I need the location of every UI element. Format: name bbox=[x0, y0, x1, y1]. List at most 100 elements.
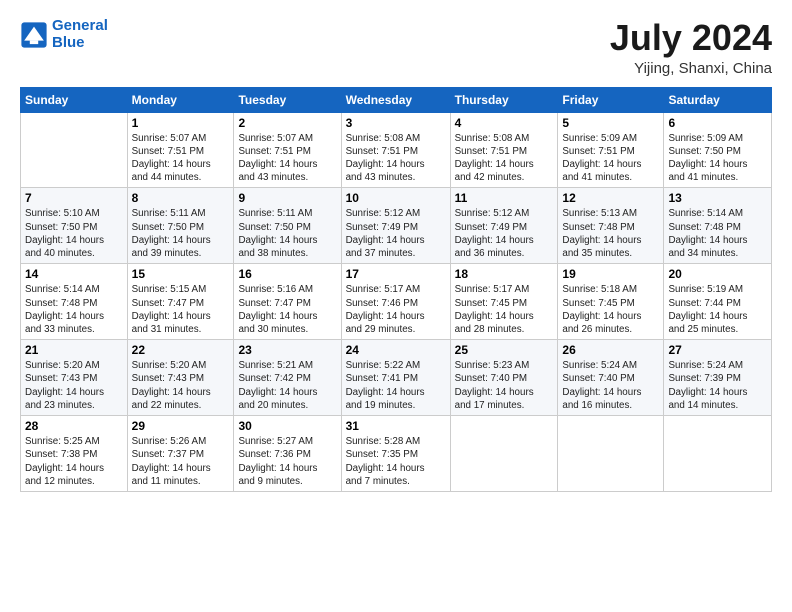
cell-content: Sunrise: 5:22 AM Sunset: 7:41 PM Dayligh… bbox=[346, 359, 446, 412]
cell-content: Sunrise: 5:23 AM Sunset: 7:40 PM Dayligh… bbox=[455, 359, 554, 412]
cell-content: Sunrise: 5:11 AM Sunset: 7:50 PM Dayligh… bbox=[238, 207, 336, 260]
day-number: 22 bbox=[132, 343, 230, 357]
cell-content: Sunrise: 5:07 AM Sunset: 7:51 PM Dayligh… bbox=[238, 132, 336, 185]
calendar-cell bbox=[21, 112, 128, 188]
calendar-cell: 10 Sunrise: 5:12 AM Sunset: 7:49 PM Dayli… bbox=[341, 188, 450, 264]
page: General Blue July 2024 Yijing, Shanxi, C… bbox=[0, 0, 792, 612]
calendar-cell: 9 Sunrise: 5:11 AM Sunset: 7:50 PM Daylig… bbox=[234, 188, 341, 264]
weekday-header-row: SundayMondayTuesdayWednesdayThursdayFrid… bbox=[21, 87, 772, 112]
calendar-cell: 21Sunrise: 5:20 AM Sunset: 7:43 PM Dayli… bbox=[21, 340, 128, 416]
day-number: 10 bbox=[346, 191, 446, 205]
calendar-cell: 13 Sunrise: 5:14 AM Sunset: 7:48 PM Dayli… bbox=[664, 188, 772, 264]
calendar-cell: 18 Sunrise: 5:17 AM Sunset: 7:45 PM Dayli… bbox=[450, 264, 558, 340]
day-number: 27 bbox=[668, 343, 767, 357]
week-row-1: 7Sunrise: 5:10 AM Sunset: 7:50 PM Daylig… bbox=[21, 188, 772, 264]
day-number: 7 bbox=[25, 191, 123, 205]
day-number: 31 bbox=[346, 419, 446, 433]
logo-line2: Blue bbox=[52, 34, 85, 51]
calendar-cell bbox=[558, 416, 664, 492]
day-number: 30 bbox=[238, 419, 336, 433]
day-number: 15 bbox=[132, 267, 230, 281]
cell-content: Sunrise: 5:20 AM Sunset: 7:43 PM Dayligh… bbox=[132, 359, 230, 412]
cell-content: Sunrise: 5:12 AM Sunset: 7:49 PM Dayligh… bbox=[346, 207, 446, 260]
day-number: 14 bbox=[25, 267, 123, 281]
calendar-cell bbox=[450, 416, 558, 492]
calendar-cell: 14 Sunrise: 5:14 AM Sunset: 7:48 PM Dayli… bbox=[21, 264, 128, 340]
calendar-cell: 7Sunrise: 5:10 AM Sunset: 7:50 PM Daylig… bbox=[21, 188, 128, 264]
day-number: 13 bbox=[668, 191, 767, 205]
cell-content: Sunrise: 5:20 AM Sunset: 7:43 PM Dayligh… bbox=[25, 359, 123, 412]
calendar-cell: 12 Sunrise: 5:13 AM Sunset: 7:48 PM Dayli… bbox=[558, 188, 664, 264]
day-number: 29 bbox=[132, 419, 230, 433]
month-title: July 2024 bbox=[610, 18, 772, 58]
cell-content: Sunrise: 5:17 AM Sunset: 7:45 PM Dayligh… bbox=[455, 283, 554, 336]
cell-content: Sunrise: 5:26 AM Sunset: 7:37 PM Dayligh… bbox=[132, 435, 230, 488]
weekday-header-wednesday: Wednesday bbox=[341, 87, 450, 112]
calendar-cell: 6Sunrise: 5:09 AM Sunset: 7:50 PM Daylig… bbox=[664, 112, 772, 188]
weekday-header-saturday: Saturday bbox=[664, 87, 772, 112]
calendar-cell: 24 Sunrise: 5:22 AM Sunset: 7:41 PM Dayli… bbox=[341, 340, 450, 416]
cell-content: Sunrise: 5:09 AM Sunset: 7:51 PM Dayligh… bbox=[562, 132, 659, 185]
day-number: 28 bbox=[25, 419, 123, 433]
day-number: 8 bbox=[132, 191, 230, 205]
cell-content: Sunrise: 5:21 AM Sunset: 7:42 PM Dayligh… bbox=[238, 359, 336, 412]
week-row-2: 14 Sunrise: 5:14 AM Sunset: 7:48 PM Dayli… bbox=[21, 264, 772, 340]
weekday-header-friday: Friday bbox=[558, 87, 664, 112]
week-row-3: 21Sunrise: 5:20 AM Sunset: 7:43 PM Dayli… bbox=[21, 340, 772, 416]
title-block: July 2024 Yijing, Shanxi, China bbox=[610, 18, 772, 77]
calendar-cell: 11Sunrise: 5:12 AM Sunset: 7:49 PM Dayli… bbox=[450, 188, 558, 264]
logo-icon bbox=[20, 21, 48, 49]
cell-content: Sunrise: 5:12 AM Sunset: 7:49 PM Dayligh… bbox=[455, 207, 554, 260]
day-number: 3 bbox=[346, 116, 446, 130]
header: General Blue July 2024 Yijing, Shanxi, C… bbox=[20, 18, 772, 77]
cell-content: Sunrise: 5:13 AM Sunset: 7:48 PM Dayligh… bbox=[562, 207, 659, 260]
weekday-header-sunday: Sunday bbox=[21, 87, 128, 112]
calendar-cell: 23 Sunrise: 5:21 AM Sunset: 7:42 PM Dayli… bbox=[234, 340, 341, 416]
day-number: 6 bbox=[668, 116, 767, 130]
day-number: 5 bbox=[562, 116, 659, 130]
cell-content: Sunrise: 5:14 AM Sunset: 7:48 PM Dayligh… bbox=[25, 283, 123, 336]
cell-content: Sunrise: 5:28 AM Sunset: 7:35 PM Dayligh… bbox=[346, 435, 446, 488]
day-number: 23 bbox=[238, 343, 336, 357]
calendar-cell: 20 Sunrise: 5:19 AM Sunset: 7:44 PM Dayli… bbox=[664, 264, 772, 340]
cell-content: Sunrise: 5:19 AM Sunset: 7:44 PM Dayligh… bbox=[668, 283, 767, 336]
weekday-header-thursday: Thursday bbox=[450, 87, 558, 112]
cell-content: Sunrise: 5:08 AM Sunset: 7:51 PM Dayligh… bbox=[455, 132, 554, 185]
cell-content: Sunrise: 5:18 AM Sunset: 7:45 PM Dayligh… bbox=[562, 283, 659, 336]
calendar-cell: 26Sunrise: 5:24 AM Sunset: 7:40 PM Dayli… bbox=[558, 340, 664, 416]
day-number: 26 bbox=[562, 343, 659, 357]
day-number: 16 bbox=[238, 267, 336, 281]
calendar-cell: 22 Sunrise: 5:20 AM Sunset: 7:43 PM Dayli… bbox=[127, 340, 234, 416]
logo-line1: General bbox=[52, 17, 108, 34]
day-number: 12 bbox=[562, 191, 659, 205]
calendar-cell: 8Sunrise: 5:11 AM Sunset: 7:50 PM Daylig… bbox=[127, 188, 234, 264]
cell-content: Sunrise: 5:08 AM Sunset: 7:51 PM Dayligh… bbox=[346, 132, 446, 185]
calendar-cell: 2Sunrise: 5:07 AM Sunset: 7:51 PM Daylig… bbox=[234, 112, 341, 188]
weekday-header-monday: Monday bbox=[127, 87, 234, 112]
day-number: 1 bbox=[132, 116, 230, 130]
week-row-0: 1 Sunrise: 5:07 AM Sunset: 7:51 PM Daylig… bbox=[21, 112, 772, 188]
day-number: 17 bbox=[346, 267, 446, 281]
calendar-cell: 5 Sunrise: 5:09 AM Sunset: 7:51 PM Daylig… bbox=[558, 112, 664, 188]
cell-content: Sunrise: 5:27 AM Sunset: 7:36 PM Dayligh… bbox=[238, 435, 336, 488]
calendar-cell: 3 Sunrise: 5:08 AM Sunset: 7:51 PM Daylig… bbox=[341, 112, 450, 188]
cell-content: Sunrise: 5:14 AM Sunset: 7:48 PM Dayligh… bbox=[668, 207, 767, 260]
day-number: 19 bbox=[562, 267, 659, 281]
calendar-cell: 19 Sunrise: 5:18 AM Sunset: 7:45 PM Dayli… bbox=[558, 264, 664, 340]
calendar-cell bbox=[664, 416, 772, 492]
day-number: 24 bbox=[346, 343, 446, 357]
calendar-cell: 25 Sunrise: 5:23 AM Sunset: 7:40 PM Dayli… bbox=[450, 340, 558, 416]
day-number: 9 bbox=[238, 191, 336, 205]
day-number: 25 bbox=[455, 343, 554, 357]
logo: General Blue bbox=[20, 18, 108, 51]
weekday-header-tuesday: Tuesday bbox=[234, 87, 341, 112]
location: Yijing, Shanxi, China bbox=[610, 60, 772, 77]
week-row-4: 28Sunrise: 5:25 AM Sunset: 7:38 PM Dayli… bbox=[21, 416, 772, 492]
day-number: 20 bbox=[668, 267, 767, 281]
calendar-cell: 1Sunrise: 5:07 AM Sunset: 7:51 PM Daylig… bbox=[127, 112, 234, 188]
cell-content: Sunrise: 5:24 AM Sunset: 7:39 PM Dayligh… bbox=[668, 359, 767, 412]
day-number: 18 bbox=[455, 267, 554, 281]
calendar-cell: 31 Sunrise: 5:28 AM Sunset: 7:35 PM Dayli… bbox=[341, 416, 450, 492]
calendar-table: SundayMondayTuesdayWednesdayThursdayFrid… bbox=[20, 87, 772, 492]
calendar-cell: 28Sunrise: 5:25 AM Sunset: 7:38 PM Dayli… bbox=[21, 416, 128, 492]
